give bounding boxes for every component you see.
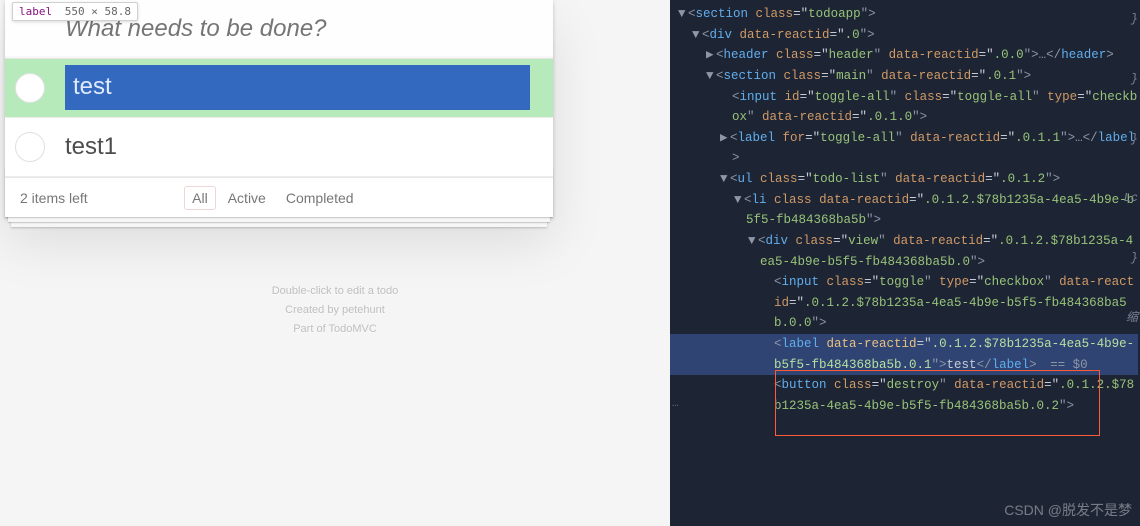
main-section: test test1 [5, 58, 553, 178]
gutter-dots: … [672, 395, 679, 413]
filter-all-link[interactable]: All [184, 186, 216, 210]
todo-count: 2 items left [20, 190, 88, 206]
filter-active-link[interactable]: Active [220, 186, 274, 210]
toggle-checkbox-icon[interactable] [15, 132, 45, 162]
todo-list: test test1 [5, 59, 553, 178]
side-panel-stubs: } } } Lc } 缩 [1110, 0, 1140, 526]
filter-completed-link[interactable]: Completed [278, 186, 362, 210]
watermark-text: CSDN @脱发不是梦 [1004, 499, 1132, 522]
source-line[interactable]: ▶<header class="header" data-reactid=".0… [670, 45, 1138, 66]
app-preview-pane: label 550 × 58.8 test test1 [0, 0, 670, 526]
badge-tagname: label [19, 5, 52, 18]
source-line[interactable]: ▼<ul class="todo-list" data-reactid=".0.… [670, 169, 1138, 190]
toggle-checkbox-icon[interactable] [15, 73, 45, 103]
info-line: Created by petehunt [0, 301, 670, 320]
source-line[interactable]: ▶<label for="toggle-all" data-reactid=".… [670, 128, 1138, 169]
element-hover-badge: label 550 × 58.8 [12, 2, 138, 21]
source-line[interactable]: ▼<section class="main" data-reactid=".0.… [670, 66, 1138, 87]
source-line[interactable]: ▼<div class="view" data-reactid=".0.1.2.… [670, 231, 1138, 272]
todoapp: test test1 2 items left All Active Compl… [5, 0, 553, 217]
todo-item[interactable]: test [5, 59, 553, 118]
info-line: Double-click to edit a todo [0, 282, 670, 301]
devtools-elements-panel[interactable]: … ▼<section class="todoapp"> ▼<div data-… [670, 0, 1140, 526]
info-line: Part of TodoMVC [0, 320, 670, 339]
filters: All Active Completed [184, 190, 361, 206]
source-line[interactable]: <input id="toggle-all" class="toggle-all… [670, 87, 1138, 128]
info-footer: Double-click to edit a todo Created by p… [0, 282, 670, 338]
source-line[interactable]: <button class="destroy" data-reactid=".0… [670, 375, 1138, 416]
todo-label[interactable]: test [65, 65, 530, 110]
footer: 2 items left All Active Completed [5, 177, 553, 217]
source-line[interactable]: <input class="toggle" type="checkbox" da… [670, 272, 1138, 334]
source-line-selected[interactable]: <label data-reactid=".0.1.2.$78b1235a-4e… [670, 334, 1138, 375]
source-line[interactable]: ▼<li class data-reactid=".0.1.2.$78b1235… [670, 190, 1138, 231]
source-line[interactable]: ▼<section class="todoapp"> [670, 4, 1138, 25]
badge-dimensions: 550 × 58.8 [65, 5, 131, 18]
source-line[interactable]: ▼<div data-reactid=".0"> [670, 25, 1138, 46]
